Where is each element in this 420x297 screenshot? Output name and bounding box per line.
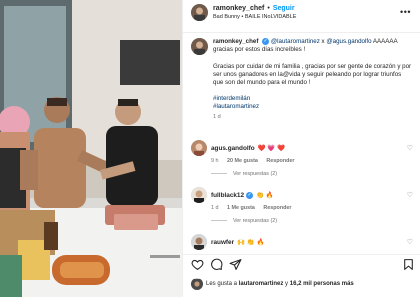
verified-badge-icon: ✓ xyxy=(262,38,270,45)
post-caption: ramonkey_chef ✓ @lautaromartinez x @agus… xyxy=(191,38,415,120)
hashtag-interdemilan[interactable]: #interdemilán xyxy=(213,95,413,103)
post-header: ramonkey_chef • Seguir Bad Bunny • BAILE… xyxy=(191,4,415,28)
caption-mention-lautaro[interactable]: @lautaromartinez xyxy=(271,38,320,45)
post-photo-image xyxy=(0,0,182,297)
comment-text: 👏 🔥 xyxy=(256,192,274,199)
replies-line xyxy=(211,220,227,222)
separator-dot: • xyxy=(267,5,270,12)
comment-reply-button[interactable]: Responder xyxy=(263,205,291,211)
post-actions-bar xyxy=(191,258,415,272)
comment-likes[interactable]: 1 Me gusta xyxy=(227,205,255,211)
comment-username[interactable]: rauwfer xyxy=(211,239,234,246)
comment-likes[interactable]: 20 Me gusta xyxy=(227,158,258,164)
view-replies-button[interactable]: Ver respuestas (2) xyxy=(211,171,415,177)
more-options-icon[interactable]: ••• xyxy=(400,7,411,17)
replies-line xyxy=(211,173,227,175)
author-avatar[interactable] xyxy=(191,4,208,21)
comment-username[interactable]: agus.gandolfo xyxy=(211,145,255,152)
comment-item: fullblack12 ✓ 👏 🔥 1 d 1 Me gusta Respond… xyxy=(191,187,415,224)
share-paper-plane-icon[interactable] xyxy=(229,258,242,271)
caption-username[interactable]: ramonkey_chef xyxy=(213,38,258,45)
actions-divider xyxy=(183,254,420,255)
caption-body: Gracias por cuidar de mi familia , graci… xyxy=(213,62,412,86)
follow-button[interactable]: Seguir xyxy=(273,5,295,12)
comment-avatar[interactable] xyxy=(191,234,207,250)
like-heart-icon[interactable] xyxy=(191,258,204,271)
likes-prefix: Les gusta a xyxy=(206,281,239,287)
hashtag-lautaromartinez[interactable]: #lautaromartinez xyxy=(213,103,413,111)
post-details-panel: ramonkey_chef • Seguir Bad Bunny • BAILE… xyxy=(182,0,420,297)
comment-reply-button[interactable]: Responder xyxy=(266,158,294,164)
comment-like-heart-icon[interactable]: ♡ xyxy=(407,191,413,199)
likes-count[interactable]: 16,2 mil personas más xyxy=(290,281,354,287)
comment-text: 🙌 👏 🔥 xyxy=(237,239,265,246)
post-photo[interactable] xyxy=(0,0,182,297)
comment-like-heart-icon[interactable]: ♡ xyxy=(407,238,413,246)
view-replies-button[interactable]: Ver respuestas (2) xyxy=(211,218,415,224)
comment-item: agus.gandolfo ❤️ 💗 ❤️ 9 h 20 Me gusta Re… xyxy=(191,140,415,177)
comment-like-heart-icon[interactable]: ♡ xyxy=(407,144,413,152)
comment-bubble-icon[interactable] xyxy=(210,258,223,271)
comment-meta: 1 d 1 Me gusta Responder xyxy=(211,205,415,211)
comment-time: 9 h xyxy=(211,158,219,164)
header-divider xyxy=(183,32,420,33)
comment-avatar[interactable] xyxy=(191,140,207,156)
caption-avatar[interactable] xyxy=(191,38,208,55)
liker-avatar[interactable] xyxy=(191,278,203,290)
comment-text: ❤️ 💗 ❤️ xyxy=(257,145,286,152)
author-username[interactable]: ramonkey_chef xyxy=(213,5,264,12)
comment-time: 1 d xyxy=(211,205,219,211)
comment-avatar[interactable] xyxy=(191,187,207,203)
caption-timestamp: 1 d xyxy=(213,113,221,120)
view-replies-label: Ver respuestas (2) xyxy=(233,218,278,224)
likes-username[interactable]: lautaromartinez xyxy=(239,281,284,287)
caption-mention-agus[interactable]: @agus.gandolfo xyxy=(326,38,371,45)
view-replies-label: Ver respuestas (2) xyxy=(233,171,278,177)
verified-badge-icon: ✓ xyxy=(246,191,254,199)
likes-summary: Les gusta a lautaromartinez y 16,2 mil p… xyxy=(191,278,415,290)
audio-label[interactable]: Bad Bunny • BAILE INoLVIDABLE xyxy=(213,14,296,20)
comment-meta: 9 h 20 Me gusta Responder xyxy=(211,158,415,164)
save-bookmark-icon[interactable] xyxy=(402,258,415,271)
comment-username[interactable]: fullblack12 xyxy=(211,192,244,199)
comment-item: rauwfer 🙌 👏 🔥 ♡ xyxy=(191,234,415,250)
